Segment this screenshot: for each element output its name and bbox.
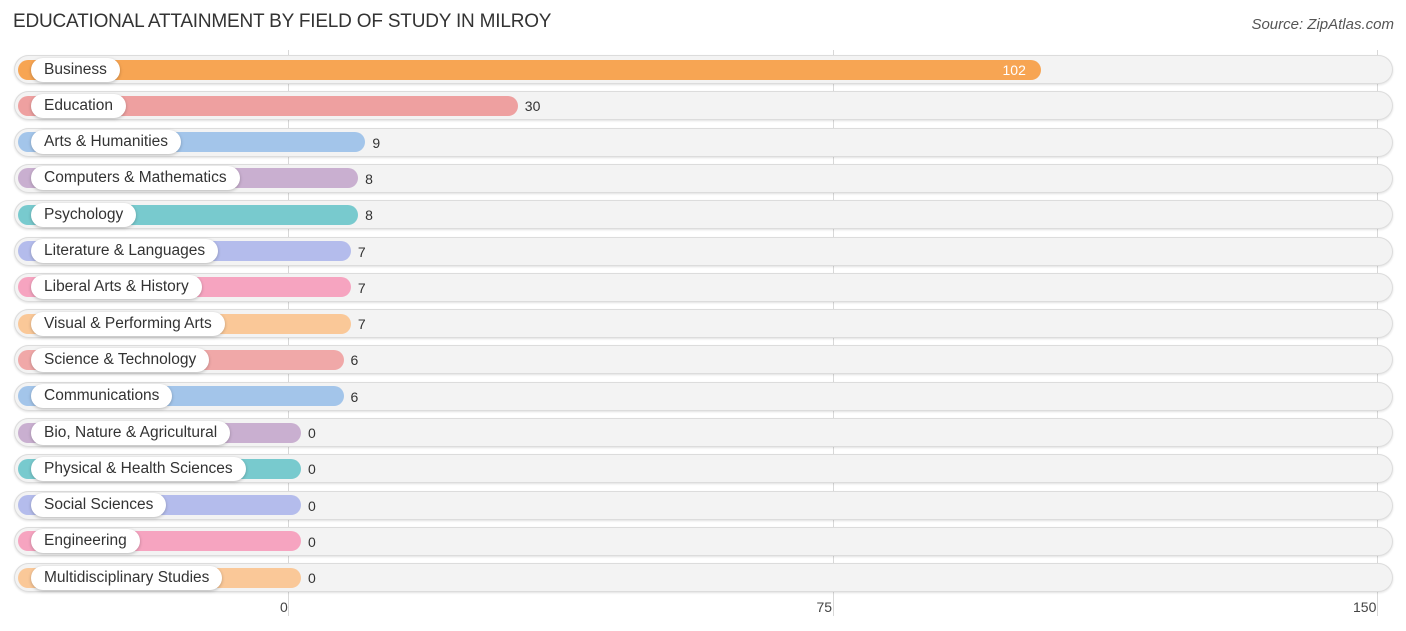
bar-chart: Business 102 Education 30 Arts & Humanities 9…	[0, 0, 1406, 631]
value-label: 0	[308, 570, 316, 587]
x-tick-label: 0	[280, 599, 288, 615]
category-label: Liberal Arts & History	[31, 275, 202, 300]
value-label: 0	[308, 497, 316, 514]
category-label: Computers & Mathematics	[31, 166, 240, 191]
category-label: Social Sciences	[31, 493, 167, 518]
category-label: Communications	[31, 384, 173, 409]
category-label: Literature & Languages	[31, 239, 219, 263]
category-label: Engineering	[31, 529, 140, 554]
x-tick-label: 150	[1353, 599, 1377, 615]
value-label: 7	[357, 279, 366, 296]
value-label: 102	[1002, 62, 1026, 78]
category-label: Multidisciplinary Studies	[31, 565, 223, 590]
bar[interactable]	[18, 59, 1041, 80]
category-label: Psychology	[31, 202, 137, 227]
value-label: 0	[308, 461, 316, 478]
value-label: 30	[524, 98, 541, 115]
category-label: Business	[31, 57, 120, 82]
value-label: 9	[372, 134, 381, 151]
value-label: 6	[350, 388, 359, 405]
category-label: Arts & Humanities	[31, 130, 182, 155]
value-label: 8	[365, 170, 373, 187]
value-label: 8	[365, 207, 373, 224]
category-label: Bio, Nature & Agricultural	[31, 420, 231, 445]
x-tick-label: 75	[816, 599, 833, 615]
value-label: 0	[308, 533, 316, 550]
value-label: 7	[357, 316, 366, 333]
category-label: Visual & Performing Arts	[31, 311, 225, 336]
category-label: Physical & Health Sciences	[31, 456, 246, 481]
category-label: Education	[31, 93, 126, 118]
category-label: Science & Technology	[31, 347, 210, 372]
value-label: 7	[357, 243, 366, 260]
value-label: 6	[350, 352, 359, 369]
value-label: 0	[308, 425, 316, 441]
